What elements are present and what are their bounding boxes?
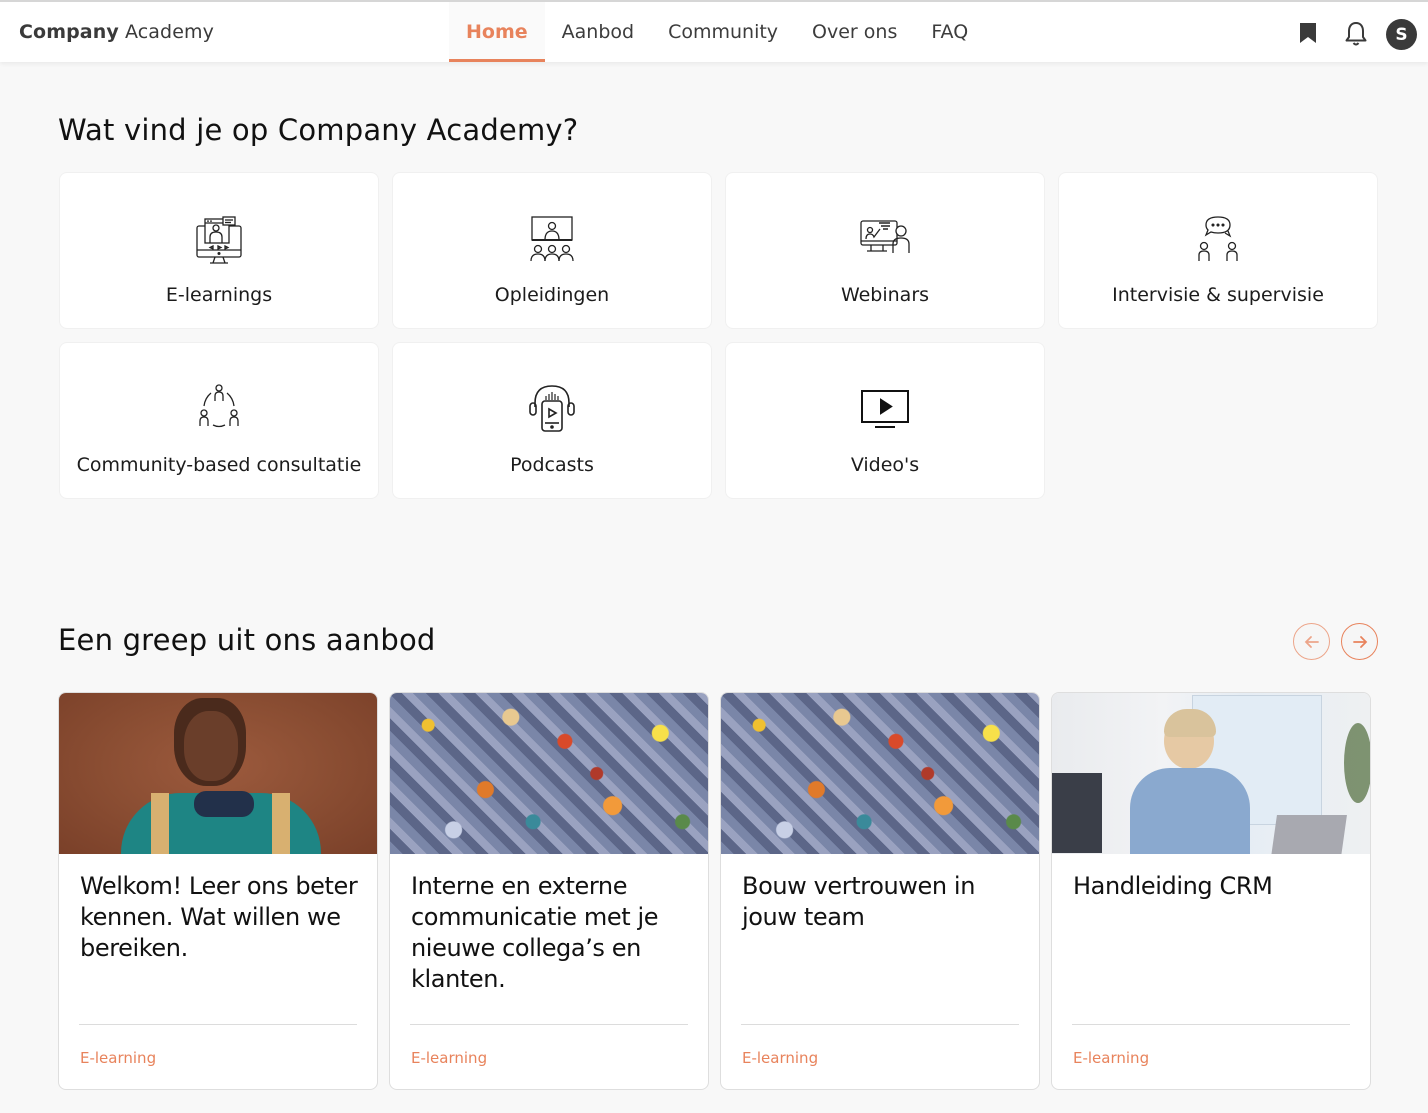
course-type-label: E-learning [80,1049,157,1067]
nav-item-over-ons[interactable]: Over ons [795,2,914,62]
course-divider [410,1024,688,1025]
course-title: Interne en externe communicatie met je n… [411,872,659,993]
carousel-next-button[interactable] [1341,623,1378,660]
course-type-label: E-learning [742,1049,819,1067]
category-label: Podcasts [510,454,594,476]
course-title: Bouw vertrouwen in jouw team [742,872,976,931]
course-title: Handleiding CRM [1073,872,1273,900]
conversation-icon [1190,211,1246,267]
category-label: Opleidingen [494,284,610,306]
course-card[interactable]: Interne en externe communicatie met je n… [389,692,709,1090]
category-card-webinars[interactable]: Webinars [725,172,1045,329]
course-image-woman-laptop [1052,693,1370,854]
offer-section-title: Een greep uit ons aanbod [58,623,436,657]
podcast-headphones-icon [524,379,580,435]
user-avatar[interactable]: S [1386,19,1417,50]
arrow-right-icon [1352,635,1367,648]
category-card-opleidingen[interactable]: Opleidingen [392,172,712,329]
brand-name-bold: Company [19,21,119,43]
category-card-community-consultatie[interactable]: Community-based consultatie [59,342,379,499]
course-card[interactable]: Handleiding CRM E-learning [1051,692,1371,1090]
category-card-elearnings[interactable]: E-learnings [59,172,379,329]
course-image-man-headphones [59,693,377,854]
nav-item-faq[interactable]: FAQ [914,2,985,62]
carousel-prev-button[interactable] [1293,623,1330,660]
brand-name-light: Academy [124,21,214,43]
category-card-intervisie[interactable]: Intervisie & supervisie [1058,172,1378,329]
top-navigation-bar: Company Academy Home Aanbod Community Ov… [0,0,1428,62]
webinar-presenter-icon [857,211,913,267]
categories-section-title: Wat vind je op Company Academy? [58,113,579,147]
course-card[interactable]: Welkom! Leer ons beter kennen. Wat wille… [58,692,378,1090]
nav-item-home[interactable]: Home [449,2,545,62]
category-grid: E-learnings Opleidingen Webinars Intervi… [59,172,1378,499]
video-play-icon [857,379,913,435]
bookmark-icon[interactable] [1299,22,1317,44]
course-image-puzzle [721,693,1039,854]
course-card[interactable]: Bouw vertrouwen in jouw team E-learning [720,692,1040,1090]
category-label: Webinars [840,284,930,306]
category-card-videos[interactable]: Video's [725,342,1045,499]
category-label: Video's [850,454,920,476]
bell-icon[interactable] [1344,21,1368,47]
main-nav: Home Aanbod Community Over ons FAQ [449,2,985,62]
course-divider [1072,1024,1350,1025]
category-label: Intervisie & supervisie [1112,284,1324,306]
brand-logo[interactable]: Company Academy [19,21,214,43]
category-label: Community-based consultatie [76,454,362,476]
category-card-podcasts[interactable]: Podcasts [392,342,712,499]
course-type-label: E-learning [411,1049,488,1067]
nav-item-community[interactable]: Community [651,2,795,62]
course-title: Welkom! Leer ons beter kennen. Wat wille… [80,872,358,962]
classroom-icon [524,211,580,267]
course-divider [79,1024,357,1025]
category-label: E-learnings [165,284,273,306]
arrow-left-icon [1304,635,1319,648]
nav-item-aanbod[interactable]: Aanbod [545,2,651,62]
course-image-puzzle [390,693,708,854]
community-circle-icon [191,379,247,435]
course-type-label: E-learning [1073,1049,1150,1067]
course-divider [741,1024,1019,1025]
elearning-monitor-icon [191,211,247,267]
course-carousel: Welkom! Leer ons beter kennen. Wat wille… [58,692,1371,1090]
